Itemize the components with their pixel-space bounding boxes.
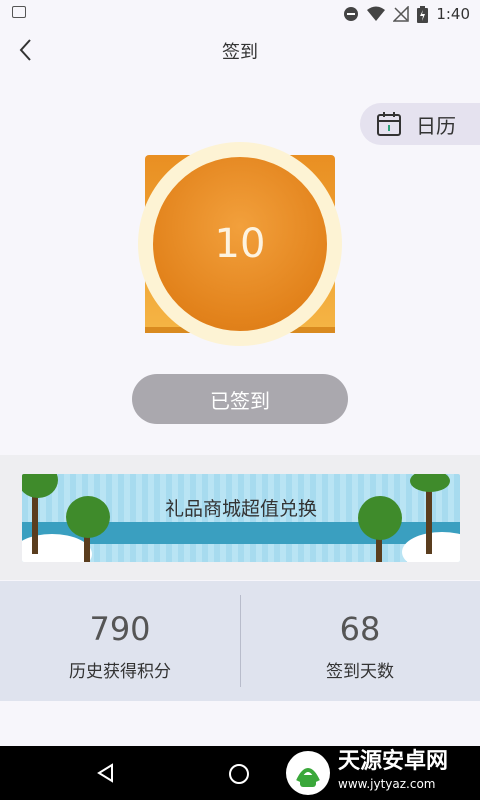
watermark-text: 天源安卓网 www.jytyaz.com	[338, 751, 448, 795]
nav-home-icon[interactable]	[229, 764, 249, 784]
sign-days-value: 68	[339, 610, 381, 648]
no-signal-icon	[393, 6, 410, 22]
image-notification-icon	[12, 6, 26, 18]
header: 签到	[0, 28, 480, 72]
banner-text: 礼品商城超值兑换	[164, 498, 317, 520]
dnd-icon	[344, 7, 359, 21]
coin-value: 10	[214, 221, 266, 267]
watermark-title: 天源安卓网	[338, 749, 449, 774]
page-title: 签到	[222, 42, 258, 63]
banner-tree	[410, 474, 450, 492]
nav-back-icon[interactable]	[96, 763, 116, 783]
calendar-icon	[377, 112, 401, 136]
sign-days-label: 签到天数	[326, 662, 394, 682]
gift-mall-banner[interactable]: 礼品商城超值兑换	[22, 474, 460, 562]
status-bar: 1:40	[0, 0, 480, 28]
status-time: 1:40	[436, 5, 470, 23]
history-points-label: 历史获得积分	[69, 662, 171, 682]
watermark: 天源安卓网 www.jytyaz.com	[286, 748, 476, 798]
watermark-url: www.jytyaz.com	[338, 777, 436, 791]
calendar-button[interactable]: 日历	[360, 103, 480, 145]
watermark-logo-icon	[286, 751, 330, 795]
signed-in-button[interactable]: 已签到	[132, 374, 348, 424]
points-coin: 10	[153, 157, 327, 331]
calendar-label: 日历	[416, 113, 456, 138]
wifi-icon	[367, 6, 386, 21]
status-icons: 1:40	[343, 4, 470, 24]
history-points-value: 790	[89, 610, 151, 648]
battery-charging-icon	[417, 5, 429, 23]
